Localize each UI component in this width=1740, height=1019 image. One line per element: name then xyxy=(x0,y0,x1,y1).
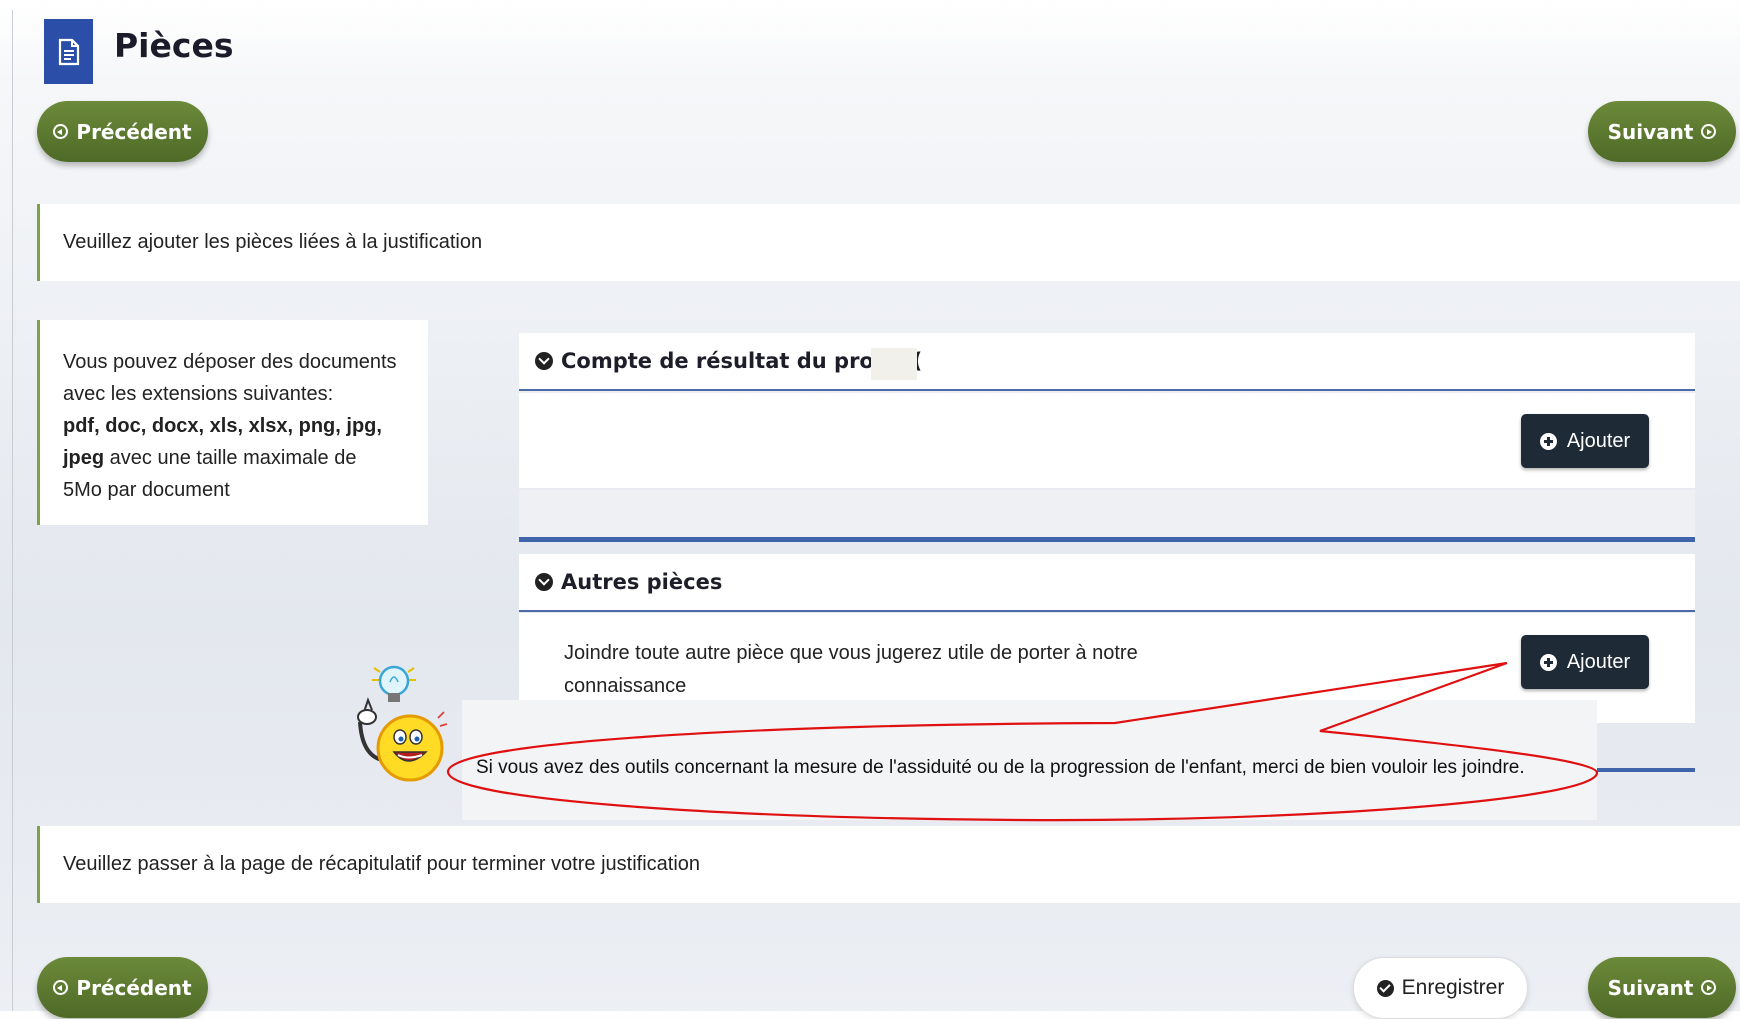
footer-text: Veuillez passer à la page de récapitulat… xyxy=(63,853,701,875)
arrow-right-circle-icon xyxy=(1701,980,1717,995)
save-label: Enregistrer xyxy=(1401,976,1505,999)
previous-label: Précédent xyxy=(76,975,192,1000)
save-button[interactable]: Enregistrer xyxy=(1353,957,1528,1019)
arrow-left-circle-icon xyxy=(53,980,69,995)
next-label: Suivant xyxy=(1607,975,1694,1000)
next-button-bottom[interactable]: Suivant xyxy=(1588,957,1736,1018)
check-circle-icon xyxy=(1376,979,1394,997)
previous-button-bottom[interactable]: Précédent xyxy=(37,957,208,1018)
smiley-lightbulb-icon xyxy=(357,665,448,782)
footer-notice: Veuillez passer à la page de récapitulat… xyxy=(37,826,1740,903)
callout-text: Si vous avez des outils concernant la me… xyxy=(476,757,1525,778)
